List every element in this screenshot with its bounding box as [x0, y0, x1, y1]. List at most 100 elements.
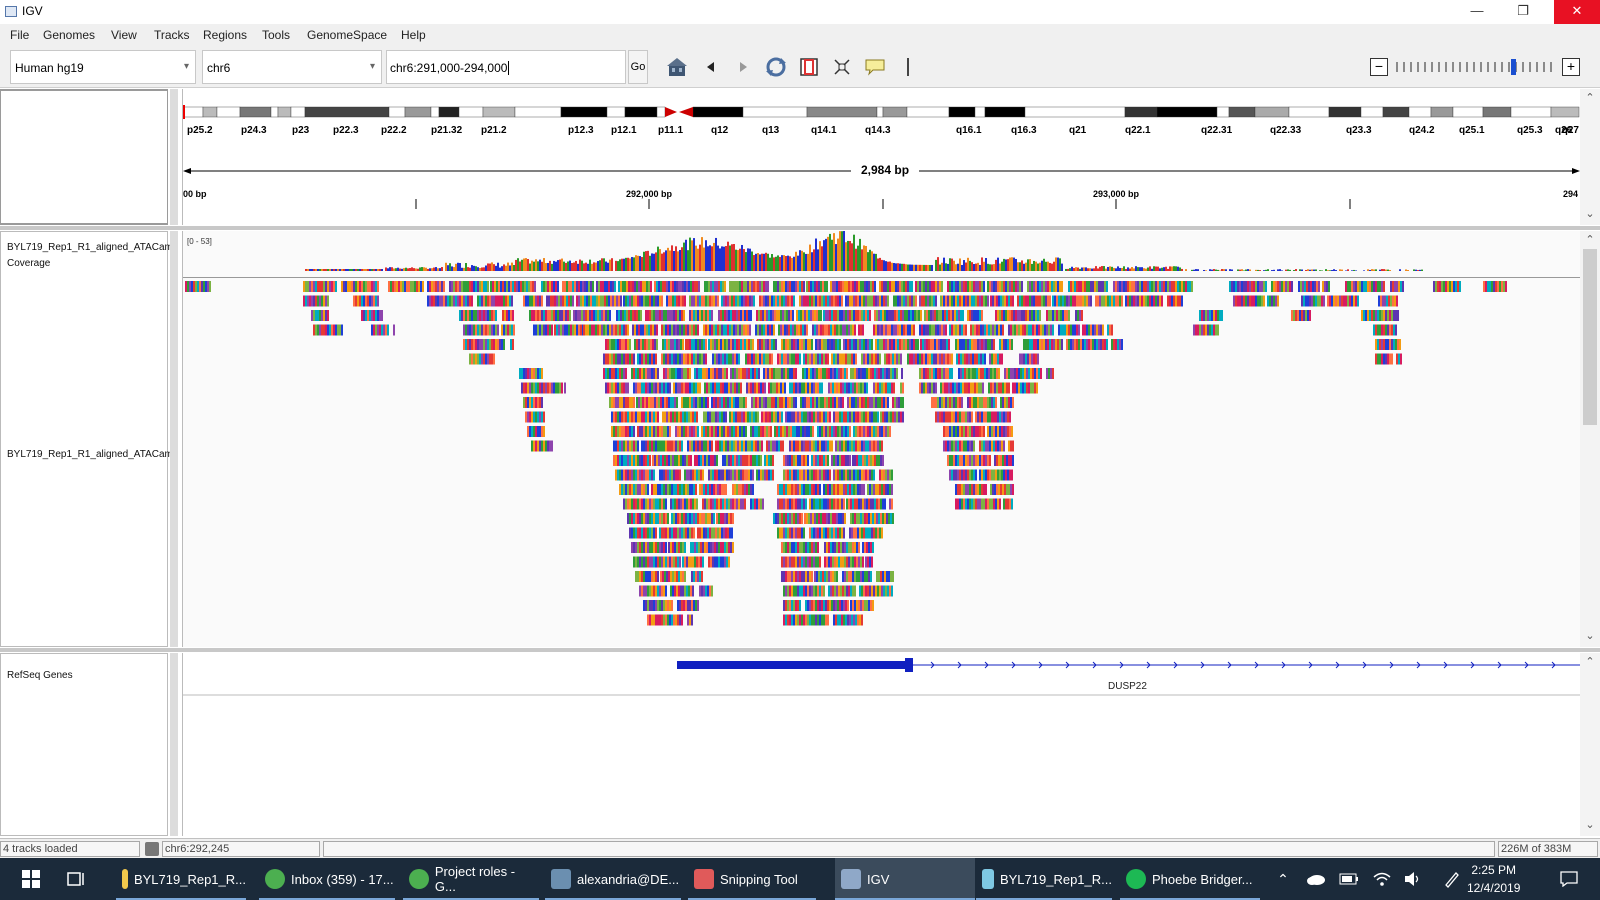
ideogram-band-label: p12.3 [568, 125, 594, 136]
taskbar-app-label: IGV [867, 871, 890, 887]
header-scrollbar[interactable]: ⌃ ⌄ [1580, 89, 1600, 225]
taskbar-app-label: BYL719_Rep1_R... [999, 871, 1112, 887]
chevron-down-icon: ▾ [369, 61, 375, 72]
taskbar-app-3[interactable]: Project roles - G... [403, 858, 539, 900]
feature-scrollbar[interactable]: ⌃ ⌄ [1580, 653, 1600, 836]
scroll-up-icon[interactable]: ⌃ [1580, 233, 1600, 246]
data-scrollbar[interactable]: ⌃ ⌄ [1580, 231, 1600, 647]
menu-bar: File Genomes View Tracks Regions Tools G… [0, 24, 1600, 46]
menu-tracks[interactable]: Tracks [154, 28, 190, 42]
minimize-button[interactable]: — [1454, 0, 1500, 24]
chevron-up-icon[interactable]: ⌃ [1273, 858, 1293, 900]
battery-icon[interactable] [1338, 858, 1360, 900]
coverage-track-name[interactable]: BYL719_Rep1_R1_aligned_ATACam Coverage [7, 240, 173, 272]
ideogram-band-label: q25.3 [1517, 125, 1543, 136]
scroll-down-icon[interactable]: ⌄ [1580, 207, 1600, 220]
ideogram-band-label: q25.1 [1459, 125, 1485, 136]
coverage-track[interactable] [183, 231, 1581, 279]
taskbar-app-label: alexandria@DE... [577, 871, 680, 887]
taskbar-app-4[interactable]: alexandria@DE... [545, 858, 681, 900]
attribute-panel [170, 653, 178, 836]
folder-icon [122, 869, 128, 889]
ideogram-band-label: p25.2 [187, 125, 213, 136]
menu-help[interactable]: Help [401, 28, 426, 42]
go-button[interactable]: Go [628, 50, 648, 84]
refseq-track-name[interactable]: RefSeq Genes [7, 668, 73, 684]
taskbar-app-label: Phoebe Bridger... [1152, 871, 1253, 887]
scroll-down-icon[interactable]: ⌄ [1580, 629, 1600, 642]
menu-file[interactable]: File [10, 28, 29, 42]
restore-button[interactable]: ❐ [1500, 0, 1546, 24]
popup-info-icon[interactable] [864, 56, 886, 78]
zoom-slider[interactable] [1395, 58, 1557, 76]
menu-regions[interactable]: Regions [203, 28, 247, 42]
panel-divider[interactable] [0, 648, 1600, 652]
region-of-interest-icon[interactable] [798, 56, 820, 78]
ideogram-band-label: p22.3 [333, 125, 359, 136]
zoom-out-button[interactable]: − [1370, 58, 1388, 76]
panel-divider[interactable] [0, 226, 1600, 230]
chevron-down-icon: ▾ [183, 61, 189, 72]
taskbar-app-label: Snipping Tool [720, 871, 798, 887]
taskbar-app-label: BYL719_Rep1_R... [133, 871, 246, 887]
menu-genomespace[interactable]: GenomeSpace [307, 28, 387, 42]
chromosome-ideogram[interactable]: p25.2 p24.3 p23 p22.3 p22.2 p21.32 p21.2 p12.3 p… [183, 103, 1581, 143]
ruler-span-label: 2,984 bp [851, 163, 920, 177]
task-view-button[interactable] [60, 858, 90, 900]
memory-status: 226M of 383M [1498, 841, 1598, 857]
alignment-data-panel[interactable]: [0 - 53] [182, 231, 1581, 647]
taskbar-app-6[interactable]: IGV [835, 858, 975, 900]
menu-view[interactable]: View [111, 28, 137, 42]
scroll-up-icon[interactable]: ⌃ [1580, 655, 1600, 668]
back-arrow-icon[interactable] [700, 56, 722, 78]
ideogram-band-label: q14.3 [865, 125, 891, 136]
chromosome-value: chr6 [207, 61, 231, 75]
ideogram-band-label: q22.1 [1125, 125, 1151, 136]
chromosome-dropdown[interactable]: chr6 ▾ [202, 50, 382, 84]
wifi-icon[interactable] [1371, 858, 1393, 900]
feature-name-panel: RefSeq Genes [0, 653, 168, 836]
taskbar-app-label: Inbox (359) - 17... [291, 871, 394, 887]
refseq-gene-track[interactable] [183, 653, 1581, 703]
taskbar-app-5[interactable]: Snipping Tool [688, 858, 816, 900]
close-button[interactable]: ✕ [1554, 0, 1600, 24]
taskbar-app-2[interactable]: Inbox (359) - 17... [259, 858, 395, 900]
gene-label: DUSP22 [1108, 681, 1147, 692]
volume-icon[interactable] [1402, 858, 1424, 900]
tracks-loaded-status: 4 tracks loaded [0, 841, 140, 857]
taskbar-app-7[interactable]: BYL719_Rep1_R... [976, 858, 1112, 900]
status-bar: 4 tracks loaded chr6:292,245 226M of 383… [0, 838, 1600, 858]
ideogram-band-label: q22.31 [1201, 125, 1233, 136]
ideogram-band-label: p24.3 [241, 125, 267, 136]
onedrive-icon[interactable] [1305, 858, 1327, 900]
header-data-panel: p25.2 p24.3 p23 p22.3 p22.2 p21.32 p21.2 p12.3 p… [182, 89, 1580, 225]
scroll-down-icon[interactable]: ⌄ [1580, 818, 1600, 831]
genome-dropdown[interactable]: Human hg19 ▾ [10, 50, 196, 84]
home-icon[interactable] [666, 56, 688, 78]
notifications-button[interactable] [1556, 858, 1582, 900]
pen-icon[interactable] [1441, 858, 1463, 900]
system-clock[interactable]: 2:25 PM 12/4/2019 [1467, 861, 1520, 897]
alignment-track-name[interactable]: BYL719_Rep1_R1_aligned_ATACam [7, 447, 173, 463]
attribute-panel [170, 231, 178, 647]
ideogram-band-label: p23 [292, 125, 310, 136]
taskbar-app-1[interactable]: BYL719_Rep1_R... [116, 858, 246, 900]
windows-icon [22, 870, 40, 888]
start-button[interactable] [14, 858, 48, 900]
menu-tools[interactable]: Tools [262, 28, 290, 42]
zoom-in-button[interactable]: + [1562, 58, 1580, 76]
locus-input[interactable]: chr6:291,000-294,000​ [386, 50, 626, 84]
alignment-track[interactable] [183, 279, 1581, 647]
resize-to-window-icon[interactable] [831, 56, 853, 78]
feature-data-panel[interactable]: DUSP22 [182, 653, 1581, 836]
ideogram-band-label: q24.2 [1409, 125, 1435, 136]
ruler-tick-label: 293,000 bp [1093, 189, 1140, 199]
menu-genomes[interactable]: Genomes [43, 28, 95, 42]
scroll-up-icon[interactable]: ⌃ [1580, 91, 1600, 104]
forward-arrow-icon[interactable] [732, 56, 754, 78]
taskbar-app-8[interactable]: Phoebe Bridger... [1120, 858, 1260, 900]
ideogram-band-label: q16.1 [956, 125, 982, 136]
refresh-icon[interactable] [765, 56, 787, 78]
scroll-thumb[interactable] [1583, 249, 1597, 425]
notification-icon [1560, 871, 1578, 887]
